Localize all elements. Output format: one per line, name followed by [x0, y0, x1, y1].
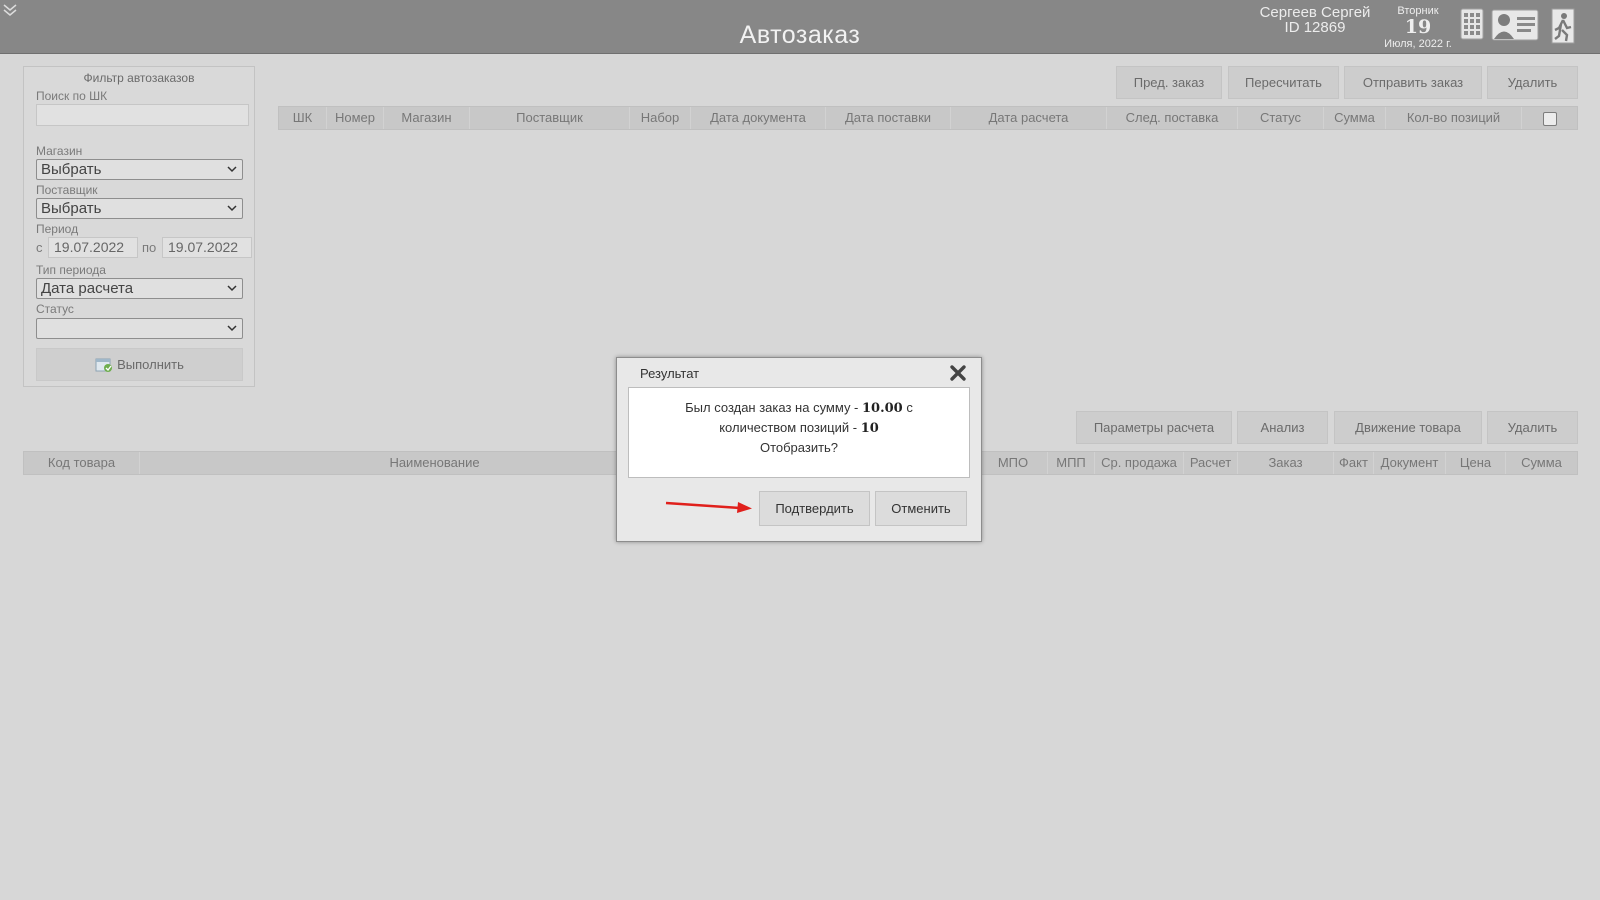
- delete-item-button[interactable]: Удалить: [1487, 411, 1578, 444]
- delete-order-button[interactable]: Удалить: [1487, 66, 1578, 99]
- col-header[interactable]: Сумма: [1324, 107, 1386, 129]
- order-sum: 10.00: [862, 401, 903, 416]
- orders-table-header: ШК Номер Магазин Поставщик Набор Дата до…: [278, 106, 1578, 130]
- message-line-2: количеством позиций - 10: [629, 418, 969, 438]
- col-header[interactable]: Расчет: [1184, 452, 1238, 474]
- dialog-title: Результат: [640, 366, 700, 381]
- run-button[interactable]: Выполнить: [36, 348, 243, 381]
- user-info: Сергеев Сергей ID 12869: [1240, 5, 1390, 35]
- store-select-value: Выбрать: [41, 161, 102, 178]
- message-text: количеством позиций -: [719, 420, 861, 435]
- period-from-label: с: [36, 240, 43, 255]
- send-order-button[interactable]: Отправить заказ: [1344, 66, 1482, 99]
- col-header[interactable]: Дата поставки: [826, 107, 951, 129]
- col-header[interactable]: Магазин: [384, 107, 470, 129]
- supplier-label: Поставщик: [36, 183, 98, 197]
- search-input[interactable]: [36, 104, 249, 126]
- result-dialog: Результат Был создан заказ на сумму - 10…: [616, 357, 982, 542]
- prev-order-button[interactable]: Пред. заказ: [1116, 66, 1222, 99]
- chevron-down-icon: [227, 205, 237, 212]
- close-icon[interactable]: [949, 364, 967, 382]
- day-number: 19: [1404, 16, 1432, 38]
- chevron-down-icon[interactable]: [2, 2, 18, 18]
- message-suffix: с: [902, 400, 913, 415]
- recalc-button[interactable]: Пересчитать: [1228, 66, 1339, 99]
- annotation-arrow-icon: [665, 501, 752, 513]
- positions-count: 10: [860, 421, 879, 436]
- select-all-cell: [1522, 107, 1577, 129]
- chevron-down-icon: [227, 325, 237, 332]
- filter-title: Фильтр автозаказов: [83, 71, 195, 85]
- col-header[interactable]: След. поставка: [1107, 107, 1238, 129]
- select-all-checkbox[interactable]: [1542, 111, 1557, 126]
- month-year: Июля, 2022 г.: [1384, 38, 1452, 50]
- period-type-label: Тип периода: [36, 263, 106, 277]
- user-name: Сергеев Сергей: [1259, 4, 1371, 21]
- supplier-select-value: Выбрать: [41, 200, 102, 217]
- period-to-text: по: [142, 240, 157, 255]
- calc-params-button[interactable]: Параметры расчета: [1076, 411, 1232, 444]
- analysis-button[interactable]: Анализ: [1237, 411, 1328, 444]
- id-card-icon[interactable]: [1491, 8, 1539, 42]
- period-label: Период: [36, 222, 79, 236]
- run-button-label: Выполнить: [117, 357, 184, 372]
- status-label: Статус: [36, 302, 74, 316]
- col-header[interactable]: Ср. продажа: [1095, 452, 1184, 474]
- col-header[interactable]: Кол-во позиций: [1386, 107, 1522, 129]
- supplier-select[interactable]: Выбрать: [36, 198, 243, 219]
- cancel-button[interactable]: Отменить: [875, 491, 967, 526]
- message-text: Был создан заказ на сумму -: [685, 400, 862, 415]
- period-type-select-value: Дата расчета: [41, 280, 134, 297]
- col-header[interactable]: Поставщик: [470, 107, 630, 129]
- run-icon: [95, 358, 113, 372]
- date-to-input[interactable]: 19.07.2022: [162, 237, 252, 258]
- col-header[interactable]: Цена: [1446, 452, 1506, 474]
- confirm-button[interactable]: Подтвердить: [759, 491, 870, 526]
- calculator-icon[interactable]: [1460, 8, 1484, 40]
- dialog-message: Был создан заказ на сумму - 10.00 с коли…: [628, 387, 970, 478]
- col-header[interactable]: Дата документа: [691, 107, 826, 129]
- exit-icon[interactable]: [1549, 8, 1577, 44]
- col-header[interactable]: Заказ: [1238, 452, 1334, 474]
- col-header[interactable]: Набор: [630, 107, 691, 129]
- col-header[interactable]: МПО: [979, 452, 1048, 474]
- header-bar: Автозаказ Сергеев Сергей ID 12869 Вторни…: [0, 0, 1600, 54]
- col-header[interactable]: МПП: [1048, 452, 1095, 474]
- user-id: ID 12869: [1284, 19, 1346, 36]
- filter-panel: Фильтр автозаказов Поиск по ШК Магазин В…: [23, 66, 255, 387]
- message-line-3: Отобразить?: [759, 440, 839, 455]
- store-select[interactable]: Выбрать: [36, 159, 243, 180]
- chevron-down-icon: [227, 166, 237, 173]
- store-label: Магазин: [36, 144, 83, 158]
- goods-movement-button[interactable]: Движение товара: [1334, 411, 1482, 444]
- col-header[interactable]: Факт: [1334, 452, 1374, 474]
- period-type-select[interactable]: Дата расчета: [36, 278, 243, 299]
- col-header[interactable]: Сумма: [1506, 452, 1577, 474]
- col-header[interactable]: Номер: [327, 107, 384, 129]
- col-header[interactable]: Дата расчета: [951, 107, 1107, 129]
- date-widget: Вторник 19 Июля, 2022 г.: [1373, 5, 1463, 50]
- col-header[interactable]: Документ: [1374, 452, 1446, 474]
- date-from-input[interactable]: 19.07.2022: [48, 237, 138, 258]
- chevron-down-icon: [227, 285, 237, 292]
- col-header[interactable]: ШК: [279, 107, 327, 129]
- col-header[interactable]: Статус: [1238, 107, 1324, 129]
- col-header[interactable]: Код товара: [24, 452, 140, 474]
- status-select[interactable]: [36, 318, 243, 339]
- message-line-1: Был создан заказ на сумму - 10.00 с: [629, 398, 969, 418]
- search-label: Поиск по ШК: [36, 89, 108, 103]
